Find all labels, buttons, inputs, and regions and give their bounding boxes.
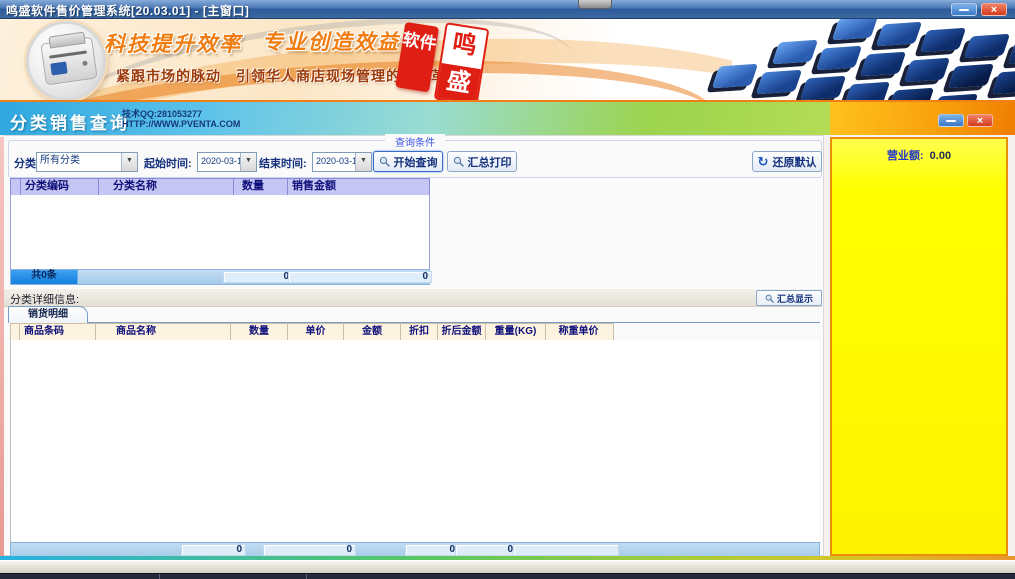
row-count-badge: 共0条 bbox=[11, 270, 78, 284]
taskbar-edge bbox=[0, 573, 1015, 579]
summary-print-label: 汇总打印 bbox=[468, 154, 512, 170]
column-header: 单价 bbox=[288, 324, 344, 341]
close-icon: × bbox=[977, 116, 983, 126]
minimize-icon bbox=[959, 9, 969, 11]
status-bar bbox=[0, 560, 1015, 573]
column-header: 商品名称 bbox=[96, 324, 231, 341]
tab-sales-detail[interactable]: 销货明细 bbox=[8, 306, 88, 323]
column-header: 金额 bbox=[344, 324, 401, 341]
detail-section-label: 分类详细信息: bbox=[10, 291, 79, 307]
query-panel: 查询条件 分类 所有分类 ▼ 起始时间: 2020-03-16 ▼ 结束时间: … bbox=[4, 135, 824, 556]
magnifier-icon bbox=[453, 156, 464, 167]
category-table-body[interactable] bbox=[10, 195, 430, 269]
magnifier-icon bbox=[765, 294, 774, 303]
column-header: 商品条码 bbox=[20, 324, 96, 341]
restore-defaults-label: 还原默认 bbox=[772, 154, 816, 170]
column-header: 重量(KG) bbox=[486, 324, 546, 341]
close-icon: × bbox=[991, 5, 997, 15]
detail-section-band: 分类详细信息: bbox=[4, 288, 822, 307]
end-time-label: 结束时间: bbox=[259, 155, 307, 171]
column-header: 销售金额 bbox=[288, 179, 427, 196]
quantity-total: 0 bbox=[181, 544, 246, 556]
row-selector-header bbox=[11, 324, 20, 341]
company-stamp: 软件 鸣 盛 bbox=[395, 19, 490, 102]
column-header: 称重单价 bbox=[546, 324, 611, 341]
detail-table-body[interactable] bbox=[10, 340, 819, 542]
empty-total-cell bbox=[513, 544, 619, 556]
banner: 科技提升效率 专业创造效益 紧跟市场的脉动 引领华人商店现场管理的效率革命 软件… bbox=[0, 19, 1015, 102]
category-table-footer: 共0条 0 0 bbox=[10, 269, 430, 285]
column-header: 分类名称 bbox=[99, 179, 234, 196]
tiles-decoration bbox=[732, 19, 1015, 100]
revenue-value: 0.00 bbox=[927, 150, 951, 162]
end-date-picker[interactable]: 2020-03-16 ▼ bbox=[312, 152, 372, 172]
discounted-total: 0 bbox=[405, 544, 459, 556]
application-window: 鸣盛软件售价管理系统[20.03.01] - [主窗口] × 科技提升效率 专业… bbox=[0, 0, 1015, 579]
taskbar-divider bbox=[159, 574, 160, 579]
window-title: 鸣盛软件售价管理系统[20.03.01] - [主窗口] bbox=[6, 2, 249, 19]
column-header: 折扣 bbox=[401, 324, 438, 341]
amount-total: 0 bbox=[288, 271, 432, 283]
start-query-button[interactable]: 开始查询 bbox=[373, 151, 443, 172]
stamp-text-right-top: 鸣 bbox=[442, 24, 487, 66]
summary-display-button[interactable]: 汇总显示 bbox=[756, 290, 822, 306]
minimize-icon bbox=[946, 120, 956, 122]
category-value: 所有分类 bbox=[37, 153, 121, 171]
column-header: 分类编码 bbox=[21, 179, 99, 196]
website-text: HTTP://WWW.PVENTA.COM bbox=[122, 119, 240, 129]
chevron-down-icon: ▼ bbox=[240, 153, 256, 171]
magnifier-icon bbox=[379, 156, 390, 167]
quantity-total: 0 bbox=[223, 271, 293, 283]
category-label: 分类 bbox=[14, 155, 36, 171]
banner-slogan-right: 专业创造效益 bbox=[262, 26, 400, 56]
page-title: 分类销售查询 bbox=[10, 109, 130, 134]
stamp-text-right-bottom: 盛 bbox=[436, 63, 481, 102]
end-date-value: 2020-03-16 bbox=[313, 153, 355, 171]
titlebar-tab-decoration bbox=[578, 0, 612, 9]
amount-total: 0 bbox=[263, 544, 356, 556]
subheader: 分类销售查询 技术QQ:281053277 HTTP://WWW.PVENTA.… bbox=[0, 102, 830, 135]
banner-slogan-left: 科技提升效率 bbox=[104, 28, 242, 58]
column-header: 折后金额 bbox=[438, 324, 486, 341]
groupbox-title: 查询条件 bbox=[385, 134, 445, 149]
restore-defaults-button[interactable]: ↻ 还原默认 bbox=[752, 151, 822, 172]
printer-logo bbox=[26, 21, 106, 101]
window-close-button[interactable]: × bbox=[981, 3, 1007, 16]
start-time-label: 起始时间: bbox=[144, 155, 192, 171]
column-header: 数量 bbox=[231, 324, 288, 341]
summary-print-button[interactable]: 汇总打印 bbox=[447, 151, 517, 172]
start-date-picker[interactable]: 2020-03-16 ▼ bbox=[197, 152, 257, 172]
weight-total: 0 bbox=[455, 544, 517, 556]
printer-icon bbox=[40, 37, 97, 86]
start-query-label: 开始查询 bbox=[394, 154, 438, 170]
start-date-value: 2020-03-16 bbox=[198, 153, 240, 171]
child-window-controls-bar: × bbox=[830, 102, 1015, 135]
column-header: 数量 bbox=[234, 179, 288, 196]
row-selector-header bbox=[11, 179, 21, 196]
chevron-down-icon: ▼ bbox=[355, 153, 371, 171]
child-minimize-button[interactable] bbox=[938, 114, 964, 127]
summary-display-label: 汇总显示 bbox=[777, 292, 813, 305]
revenue-label: 营业额: bbox=[887, 150, 924, 162]
chevron-down-icon: ▼ bbox=[121, 153, 137, 171]
taskbar-divider bbox=[306, 574, 307, 579]
category-dropdown[interactable]: 所有分类 ▼ bbox=[36, 152, 138, 172]
window-minimize-button[interactable] bbox=[951, 3, 977, 16]
child-close-button[interactable]: × bbox=[967, 114, 993, 127]
restore-icon: ↻ bbox=[758, 155, 769, 168]
titlebar: 鸣盛软件售价管理系统[20.03.01] - [主窗口] × bbox=[0, 0, 1015, 19]
revenue-side-panel: 营业额: 0.00 bbox=[830, 137, 1008, 556]
